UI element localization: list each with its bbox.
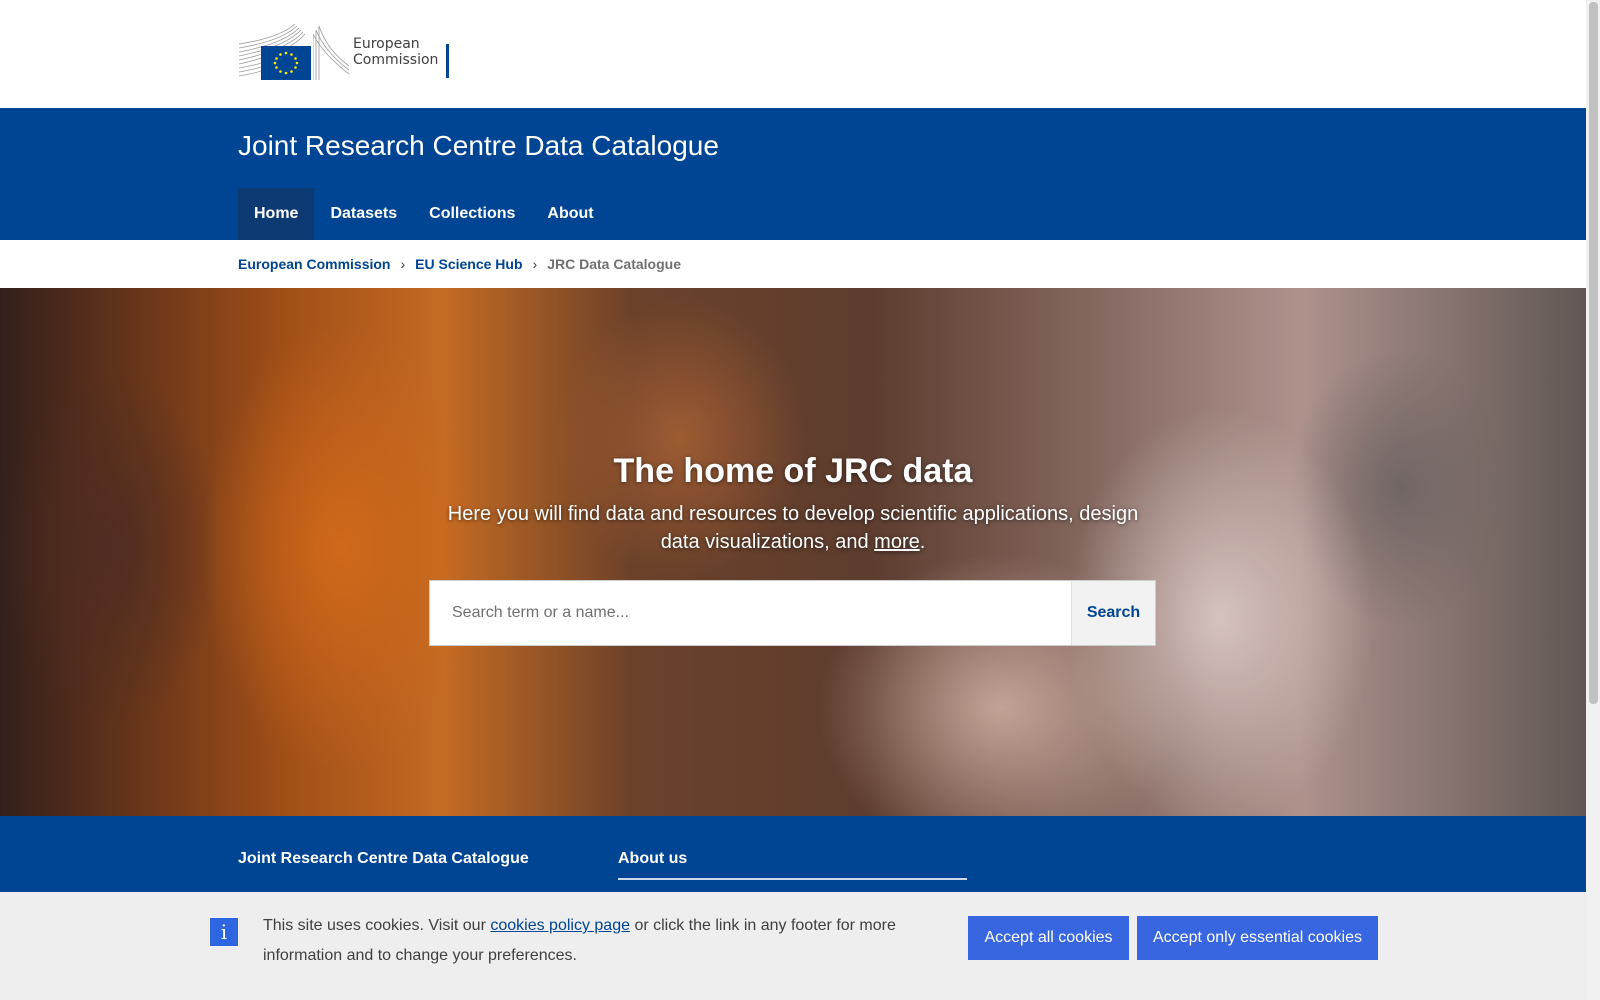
- logo-text: European Commission: [353, 36, 439, 68]
- search-box: Search: [429, 580, 1156, 646]
- site-header: European Commission: [0, 0, 1586, 108]
- main-nav: Home Datasets Collections About: [238, 188, 610, 240]
- hero-description: Here you will find data and resources to…: [447, 503, 1139, 553]
- breadcrumb-eu-science-hub[interactable]: EU Science Hub: [415, 256, 522, 272]
- logo-divider: [446, 44, 450, 78]
- nav-item-datasets[interactable]: Datasets: [314, 188, 413, 240]
- footer-site-name[interactable]: Joint Research Centre Data Catalogue: [238, 850, 529, 868]
- logo-lines-icon: [313, 25, 349, 80]
- breadcrumb: European Commission › EU Science Hub › J…: [238, 256, 681, 272]
- breadcrumb-current: JRC Data Catalogue: [547, 256, 681, 272]
- cookies-policy-link[interactable]: cookies policy page: [490, 917, 630, 934]
- vertical-scrollbar[interactable]: [1586, 0, 1600, 1000]
- eu-flag-icon: [239, 24, 311, 80]
- hero-banner: The home of JRC data Here you will find …: [0, 288, 1586, 816]
- search-button[interactable]: Search: [1071, 581, 1155, 645]
- info-icon: i: [210, 918, 238, 946]
- breadcrumb-bar: European Commission › EU Science Hub › J…: [0, 240, 1586, 288]
- hero-title: The home of JRC data: [613, 452, 973, 490]
- scrollbar-thumb[interactable]: [1589, 2, 1598, 704]
- cookie-banner: i This site uses cookies. Visit our cook…: [0, 892, 1586, 1000]
- chevron-right-icon: ›: [532, 256, 538, 272]
- chevron-right-icon: ›: [400, 256, 406, 272]
- site-name[interactable]: Joint Research Centre Data Catalogue: [238, 130, 719, 162]
- site-title-band: Joint Research Centre Data Catalogue Hom…: [0, 108, 1586, 240]
- cookie-message: This site uses cookies. Visit our cookie…: [263, 917, 896, 964]
- european-commission-logo[interactable]: European Commission: [239, 24, 455, 80]
- more-link[interactable]: more: [874, 531, 920, 553]
- footer-about-heading: About us: [618, 850, 967, 880]
- breadcrumb-european-commission[interactable]: European Commission: [238, 256, 390, 272]
- nav-item-collections[interactable]: Collections: [413, 188, 531, 240]
- search-input[interactable]: [430, 581, 1071, 645]
- accept-all-cookies-button[interactable]: Accept all cookies: [968, 916, 1129, 960]
- nav-item-home[interactable]: Home: [238, 188, 315, 240]
- nav-item-about[interactable]: About: [531, 188, 609, 240]
- accept-essential-cookies-button[interactable]: Accept only essential cookies: [1137, 916, 1378, 960]
